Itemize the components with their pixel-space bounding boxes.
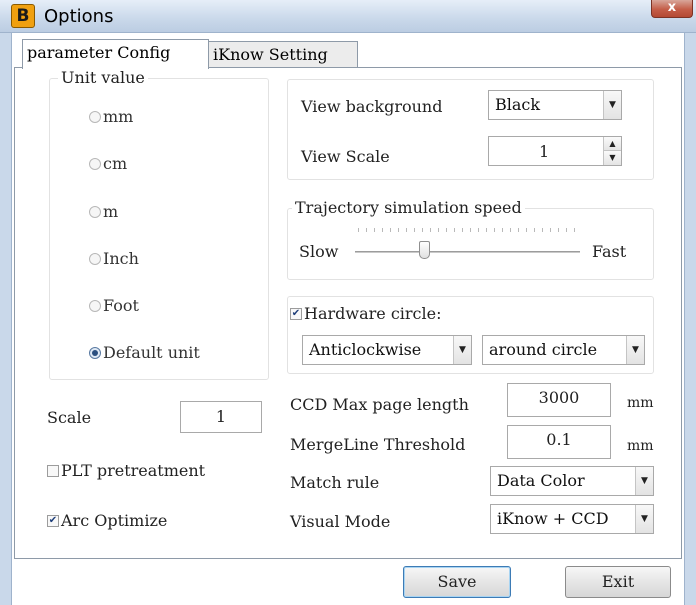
trajectory-speed-legend: Trajectory simulation speed: [292, 199, 525, 217]
ccd-unit: mm: [627, 395, 654, 411]
match-rule-label: Match rule: [290, 473, 380, 492]
radio-button[interactable]: [89, 157, 101, 170]
unit-radio-foot[interactable]: Foot: [89, 296, 139, 315]
chevron-down-icon[interactable]: ▼: [453, 336, 471, 364]
radio-label: Inch: [103, 249, 139, 268]
mergeline-unit: mm: [627, 438, 654, 454]
radio-label: m: [103, 202, 119, 221]
radio-label: cm: [103, 154, 128, 173]
radio-button[interactable]: [89, 299, 101, 312]
unit-radio-mm[interactable]: mm: [89, 107, 133, 126]
radio-button[interactable]: [89, 110, 101, 123]
title-bar[interactable]: B Options x: [0, 0, 696, 33]
unit-radio-cm[interactable]: cm: [89, 154, 127, 173]
window-frame-left: [0, 33, 12, 605]
ccd-max-page-length-input[interactable]: 3000: [507, 383, 611, 417]
tab-parameter-config[interactable]: parameter Config: [22, 39, 209, 69]
unit-radio-inch[interactable]: Inch: [89, 249, 139, 268]
close-button[interactable]: x: [651, 0, 693, 18]
spin-up-icon[interactable]: ▲: [603, 137, 621, 151]
match-rule-select[interactable]: Data Color ▼: [490, 466, 654, 496]
view-scale-value: 1: [539, 142, 550, 161]
save-button[interactable]: Save: [403, 566, 511, 598]
mergeline-threshold-input[interactable]: 0.1: [507, 425, 611, 459]
chevron-down-icon[interactable]: ▼: [635, 505, 653, 533]
arc-optimize-label: Arc Optimize: [61, 511, 168, 530]
radio-label: Foot: [103, 296, 139, 315]
visual-mode-select[interactable]: iKnow + CCD ▼: [490, 504, 654, 534]
scale-input[interactable]: 1: [180, 401, 262, 433]
arc-optimize-checkbox[interactable]: ✔ Arc Optimize: [47, 511, 167, 530]
view-background-select[interactable]: Black ▼: [488, 90, 622, 120]
circle-direction-value: Anticlockwise: [309, 340, 422, 359]
radio-label: Default unit: [103, 343, 200, 362]
checkbox-unchecked-icon[interactable]: [47, 464, 59, 477]
spin-down-icon[interactable]: ▼: [603, 151, 621, 165]
view-background-value: Black: [495, 95, 541, 114]
app-logo-icon: B: [11, 4, 35, 28]
circle-direction-select[interactable]: Anticlockwise ▼: [302, 335, 472, 365]
visual-mode-value: iKnow + CCD: [497, 509, 609, 528]
radio-button-selected[interactable]: [89, 346, 101, 359]
slow-label: Slow: [299, 242, 339, 261]
hardware-circle-checkbox[interactable]: ✔ Hardware circle:: [290, 304, 441, 323]
chevron-down-icon[interactable]: ▼: [603, 91, 621, 119]
speed-slider-track[interactable]: [355, 251, 580, 253]
plt-pretreatment-label: PLT pretreatment: [61, 461, 206, 480]
scale-label: Scale: [47, 408, 92, 427]
radio-label: mm: [103, 107, 134, 126]
checkbox-checked-icon[interactable]: ✔: [290, 307, 302, 320]
match-rule-value: Data Color: [497, 471, 585, 490]
fast-label: Fast: [592, 242, 627, 261]
unit-value-group: [49, 78, 269, 380]
tab-iknow-setting[interactable]: iKnow Setting: [208, 41, 358, 68]
chevron-down-icon[interactable]: ▼: [626, 336, 644, 364]
options-dialog: B Options x parameter Config iKnow Setti…: [0, 0, 696, 605]
exit-button[interactable]: Exit: [565, 566, 671, 598]
ccd-max-page-length-label: CCD Max page length: [290, 395, 469, 414]
radio-button[interactable]: [89, 205, 101, 218]
plt-pretreatment-checkbox[interactable]: PLT pretreatment: [47, 461, 205, 480]
chevron-down-icon[interactable]: ▼: [635, 467, 653, 495]
slider-ticks: [358, 228, 580, 232]
checkbox-checked-icon[interactable]: ✔: [47, 514, 59, 527]
unit-radio-m[interactable]: m: [89, 202, 118, 221]
hardware-circle-label: Hardware circle:: [304, 304, 442, 323]
radio-button[interactable]: [89, 252, 101, 265]
view-background-label: View background: [301, 97, 443, 116]
view-scale-label: View Scale: [301, 147, 390, 166]
circle-mode-select[interactable]: around circle ▼: [482, 335, 645, 365]
visual-mode-label: Visual Mode: [290, 512, 391, 531]
window-title: Options: [44, 6, 114, 27]
circle-mode-value: around circle: [489, 340, 598, 359]
window-frame-right: [684, 33, 696, 605]
mergeline-threshold-label: MergeLine Threshold: [290, 435, 466, 454]
unit-radio-default[interactable]: Default unit: [89, 343, 200, 362]
view-scale-spinner[interactable]: 1 ▲ ▼: [488, 136, 622, 166]
speed-slider-thumb[interactable]: [419, 241, 431, 259]
unit-value-legend: Unit value: [58, 69, 148, 87]
